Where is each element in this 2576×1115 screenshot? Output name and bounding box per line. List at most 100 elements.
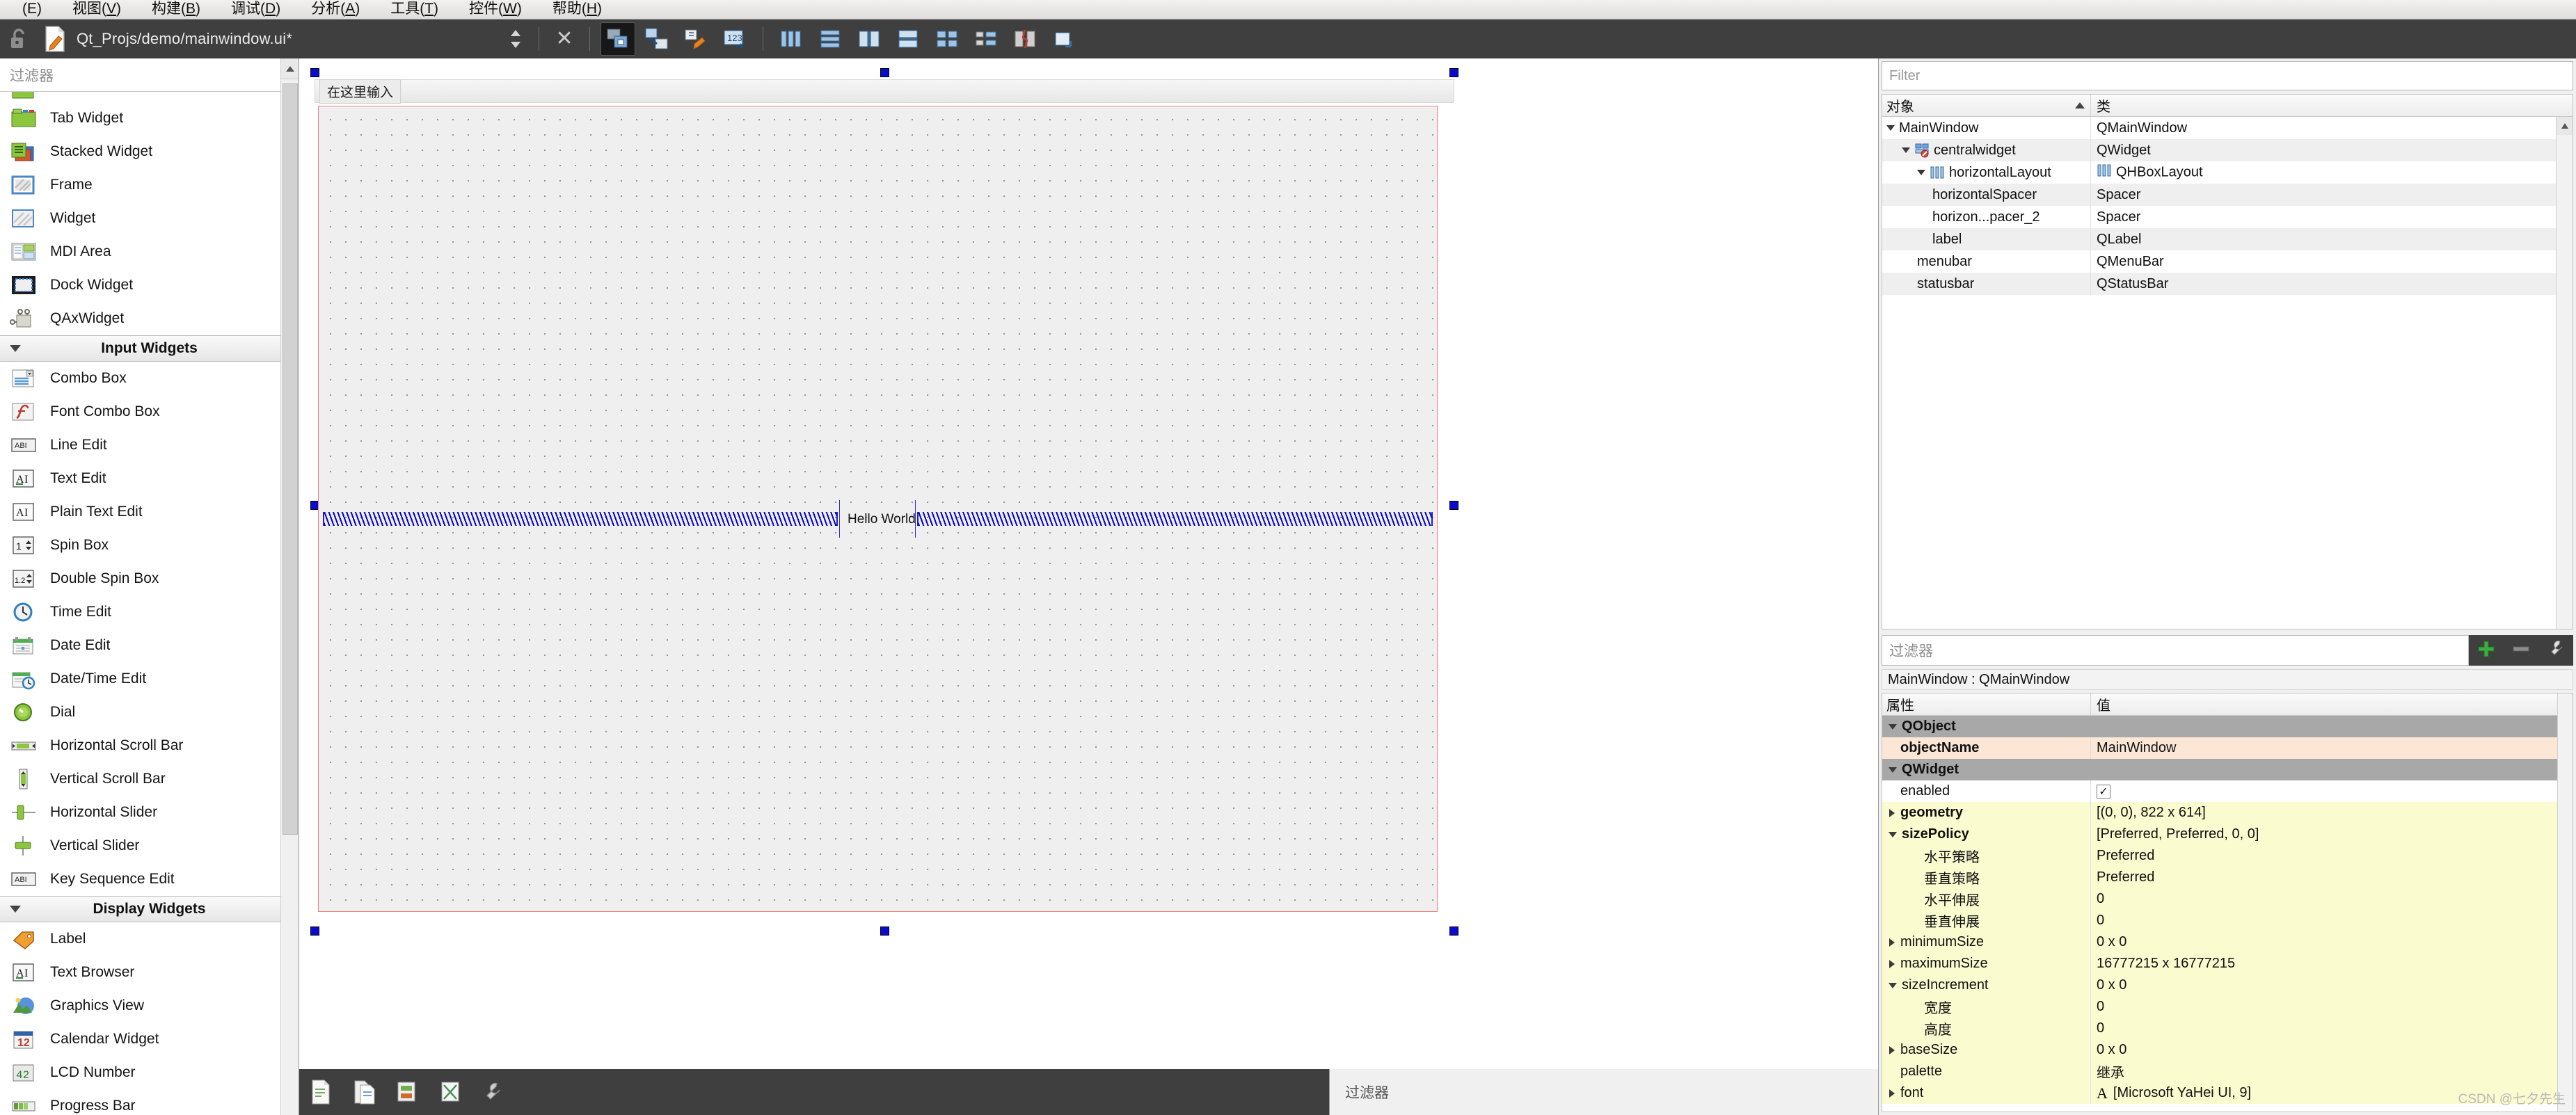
property-value-cell[interactable]: Preferred (2091, 869, 2573, 885)
chevron-down-icon[interactable] (1889, 767, 1897, 773)
compile-output-icon[interactable] (429, 1072, 472, 1112)
horizontal-spacer-1[interactable] (323, 512, 838, 526)
object-inspector-filter[interactable]: Filter (1882, 61, 2573, 90)
property-value-cell[interactable]: 0 x 0 (2091, 934, 2573, 950)
property-row[interactable]: minimumSize0 x 0 (1882, 931, 2573, 953)
close-document-button[interactable]: ✕ (548, 26, 581, 51)
widget-item-date-time-edit[interactable]: Date/Time Edit (0, 662, 299, 696)
form-central-widget[interactable]: Hello World (318, 106, 1438, 912)
output-filter-field[interactable]: 过滤器 (1329, 1069, 1878, 1115)
object-inspector-row[interactable]: horizontalLayoutQHBoxLayout (1882, 161, 2573, 184)
widget-item-plain-text-edit[interactable]: AIPlain Text Edit (0, 495, 299, 529)
issues-icon[interactable] (299, 1072, 342, 1112)
chevron-down-icon[interactable] (1917, 170, 1925, 175)
widget-item-calendar-widget[interactable]: 12Calendar Widget (0, 1022, 299, 1056)
widget-item-widget[interactable]: Widget (0, 202, 299, 235)
object-inspector-row[interactable]: centralwidgetQWidget (1882, 139, 2573, 161)
object-inspector-row[interactable]: labelQLabel (1882, 228, 2573, 250)
object-inspector-row[interactable]: horizontalSpacerSpacer (1882, 184, 2573, 206)
widget-item-dial[interactable]: Dial (0, 696, 299, 729)
property-row[interactable]: sizePolicy[Preferred, Preferred, 0, 0] (1882, 824, 2573, 845)
property-value-cell[interactable]: 0 x 0 (2091, 1042, 2573, 1058)
property-value-cell[interactable]: 继承 (2091, 1061, 2573, 1082)
property-value-cell[interactable]: 0 x 0 (2091, 977, 2573, 993)
layout-splitter-h-button[interactable] (852, 22, 887, 56)
widget-item-tab-widget[interactable]: Tab Widget (0, 102, 299, 135)
enabled-checkbox[interactable]: ✓ (2097, 785, 2110, 799)
horizontal-spacer-2[interactable] (917, 512, 1433, 526)
property-row[interactable]: geometry[(0, 0), 822 x 614] (1882, 802, 2573, 824)
object-inspector-scrollbar[interactable] (2556, 117, 2573, 629)
widget-item-frame[interactable]: Frame (0, 168, 299, 202)
property-editor[interactable]: 属性 值 QObjectobjectNameMainWindowQWidgete… (1882, 693, 2573, 1112)
widget-box-list[interactable]: Tab WidgetStacked WidgetFrameWidgetMDI A… (0, 92, 299, 1115)
layout-horizontally-button[interactable] (774, 22, 809, 56)
menu-item-2[interactable]: 构建(B) (136, 0, 216, 19)
property-value-cell[interactable]: 0 (2091, 1020, 2573, 1036)
menu-item-7[interactable]: 帮助(H) (537, 0, 617, 19)
resize-grip-br[interactable] (1449, 927, 1458, 936)
open-file-path[interactable]: Qt_Projs/demo/mainwindow.ui* (72, 30, 292, 48)
unlock-icon[interactable] (0, 27, 38, 51)
menu-item-4[interactable]: 分析(A) (296, 0, 375, 19)
property-row[interactable]: 高度0 (1882, 1018, 2573, 1039)
scrollbar-thumb[interactable] (283, 83, 298, 835)
adjust-size-button[interactable] (1047, 22, 1081, 56)
edit-buddies-button[interactable] (678, 22, 713, 56)
widget-item-font-combo-box[interactable]: Font Combo Box (0, 395, 299, 428)
widget-group-input-widgets[interactable]: Input Widgets (0, 335, 299, 362)
chevron-right-icon[interactable] (1889, 809, 1895, 817)
widget-item-stacked-widget[interactable]: Stacked Widget (0, 135, 299, 168)
edit-signals-slots-button[interactable] (639, 22, 674, 56)
form-menu-bar[interactable]: 在这里输入 (315, 79, 1454, 103)
widget-item-vertical-slider[interactable]: Vertical Slider (0, 829, 299, 863)
chevron-down-icon[interactable] (1889, 983, 1897, 988)
edit-tab-order-button[interactable]: 123 (717, 22, 752, 56)
property-value-cell[interactable]: MainWindow (2091, 740, 2573, 756)
updown-arrows-icon[interactable] (501, 27, 530, 51)
widget-item-line-edit[interactable]: ABILine Edit (0, 428, 299, 462)
widget-item-horizontal-scroll-bar[interactable]: Horizontal Scroll Bar (0, 729, 299, 762)
oi-scroll-up-icon[interactable] (2557, 117, 2573, 135)
chevron-down-icon[interactable] (1889, 832, 1897, 837)
column-header-object[interactable]: 对象 (1882, 95, 2091, 116)
property-editor-scrollbar[interactable] (2557, 693, 2573, 1112)
widget-item-horizontal-slider[interactable]: Horizontal Slider (0, 796, 299, 829)
property-value-cell[interactable]: Preferred (2091, 848, 2573, 864)
property-row[interactable]: maximumSize16777215 x 16777215 (1882, 953, 2573, 974)
property-row[interactable]: 水平策略Preferred (1882, 845, 2573, 867)
resize-grip-bl[interactable] (310, 927, 319, 936)
hello-world-label[interactable]: Hello World (848, 512, 916, 527)
resize-grip-tr[interactable] (1449, 68, 1458, 77)
property-value-cell[interactable]: 0 (2091, 913, 2573, 929)
widget-item-mdi-area[interactable]: MDI Area (0, 235, 299, 268)
object-inspector[interactable]: 对象 类 MainWindowQMainWindowcentralwidgetQ… (1882, 94, 2573, 629)
edit-widgets-button[interactable] (601, 22, 635, 56)
chevron-down-icon[interactable] (1886, 125, 1895, 131)
menu-item-1[interactable]: 视图(V) (57, 0, 136, 19)
app-output-icon[interactable] (385, 1072, 429, 1112)
property-row[interactable]: QWidget (1882, 759, 2573, 780)
break-layout-button[interactable] (1008, 22, 1042, 56)
wrench-icon[interactable] (472, 1072, 515, 1112)
widget-item-graphics-view[interactable]: Graphics View (0, 989, 299, 1022)
property-row[interactable]: sizeIncrement0 x 0 (1882, 974, 2573, 996)
widget-item-double-spin-box[interactable]: 1.2Double Spin Box (0, 562, 299, 595)
layout-splitter-v-button[interactable] (891, 22, 925, 56)
chevron-right-icon[interactable] (1889, 938, 1895, 947)
property-row[interactable]: baseSize0 x 0 (1882, 1039, 2573, 1061)
resize-grip-tc[interactable] (880, 68, 889, 77)
object-inspector-row[interactable]: statusbarQStatusBar (1882, 273, 2573, 295)
property-row[interactable]: objectNameMainWindow (1882, 737, 2573, 759)
property-value-cell[interactable]: [(0, 0), 822 x 614] (2091, 805, 2573, 821)
object-inspector-row[interactable]: horizon...pacer_2Spacer (1882, 206, 2573, 228)
menu-item-3[interactable]: 调试(D) (216, 0, 296, 19)
property-row[interactable]: QObject (1882, 716, 2573, 737)
property-row[interactable]: palette继承 (1882, 1061, 2573, 1082)
add-button[interactable] (2475, 638, 2497, 664)
widget-item-label[interactable]: Label (0, 922, 299, 956)
widget-item-combo-box[interactable]: Combo Box (0, 362, 299, 395)
menu-type-here-placeholder[interactable]: 在这里输入 (319, 79, 401, 104)
chevron-right-icon[interactable] (1889, 960, 1895, 968)
property-value-cell[interactable]: [Preferred, Preferred, 0, 0] (2091, 826, 2573, 842)
